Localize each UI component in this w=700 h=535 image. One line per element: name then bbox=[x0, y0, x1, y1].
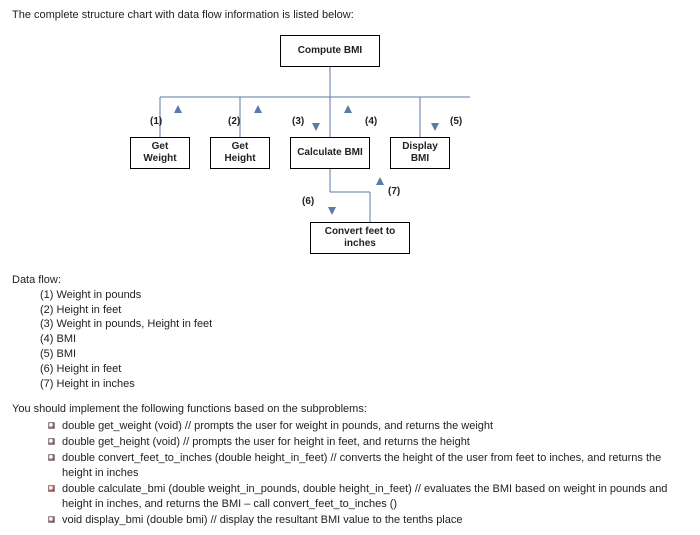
function-text: double get_height (void) // prompts the … bbox=[62, 436, 470, 448]
legend-item: (6) Height in feet bbox=[40, 362, 688, 377]
list-item: double get_height (void) // prompts the … bbox=[48, 434, 688, 450]
intro-text: The complete structure chart with data f… bbox=[12, 8, 688, 23]
node-get-weight: Get Weight bbox=[130, 137, 190, 169]
list-item: double get_weight (void) // prompts the … bbox=[48, 418, 688, 434]
node-convert-feet: Convert feet to inches bbox=[310, 222, 410, 254]
bullet-icon bbox=[48, 485, 55, 492]
edge-label-5: (5) bbox=[450, 115, 462, 129]
function-text: void display_bmi (double bmi) // display… bbox=[62, 514, 463, 526]
node-get-height: Get Height bbox=[210, 137, 270, 169]
bullet-icon bbox=[48, 422, 55, 429]
legend-heading: Data flow: bbox=[12, 273, 688, 288]
node-compute-bmi: Compute BMI bbox=[280, 35, 380, 67]
structure-chart: Compute BMI Get Weight Get Height Calcul… bbox=[70, 27, 630, 267]
functions-intro: You should implement the following funct… bbox=[12, 402, 688, 417]
edge-label-2: (2) bbox=[228, 115, 240, 129]
edge-label-3: (3) bbox=[292, 115, 304, 129]
edge-label-6: (6) bbox=[302, 195, 314, 209]
legend-item: (5) BMI bbox=[40, 347, 688, 362]
edge-label-4: (4) bbox=[365, 115, 377, 129]
list-item: void display_bmi (double bmi) // display… bbox=[48, 512, 688, 528]
function-text: double calculate_bmi (double weight_in_p… bbox=[62, 483, 667, 510]
legend-item: (3) Weight in pounds, Height in feet bbox=[40, 317, 688, 332]
list-item: double calculate_bmi (double weight_in_p… bbox=[48, 481, 688, 512]
node-display-bmi: Display BMI bbox=[390, 137, 450, 169]
legend-item: (2) Height in feet bbox=[40, 303, 688, 318]
function-text: double convert_feet_to_inches (double he… bbox=[62, 452, 661, 479]
bullet-icon bbox=[48, 454, 55, 461]
legend-item: (1) Weight in pounds bbox=[40, 288, 688, 303]
function-text: double get_weight (void) // prompts the … bbox=[62, 420, 493, 432]
bullet-icon bbox=[48, 438, 55, 445]
functions-list: double get_weight (void) // prompts the … bbox=[12, 418, 688, 527]
legend-item: (7) Height in inches bbox=[40, 377, 688, 392]
node-calculate-bmi: Calculate BMI bbox=[290, 137, 370, 169]
list-item: double convert_feet_to_inches (double he… bbox=[48, 450, 688, 481]
edge-label-1: (1) bbox=[150, 115, 162, 129]
bullet-icon bbox=[48, 516, 55, 523]
legend-item: (4) BMI bbox=[40, 332, 688, 347]
edge-label-7: (7) bbox=[388, 185, 400, 199]
data-flow-legend: Data flow: (1) Weight in pounds (2) Heig… bbox=[12, 273, 688, 392]
